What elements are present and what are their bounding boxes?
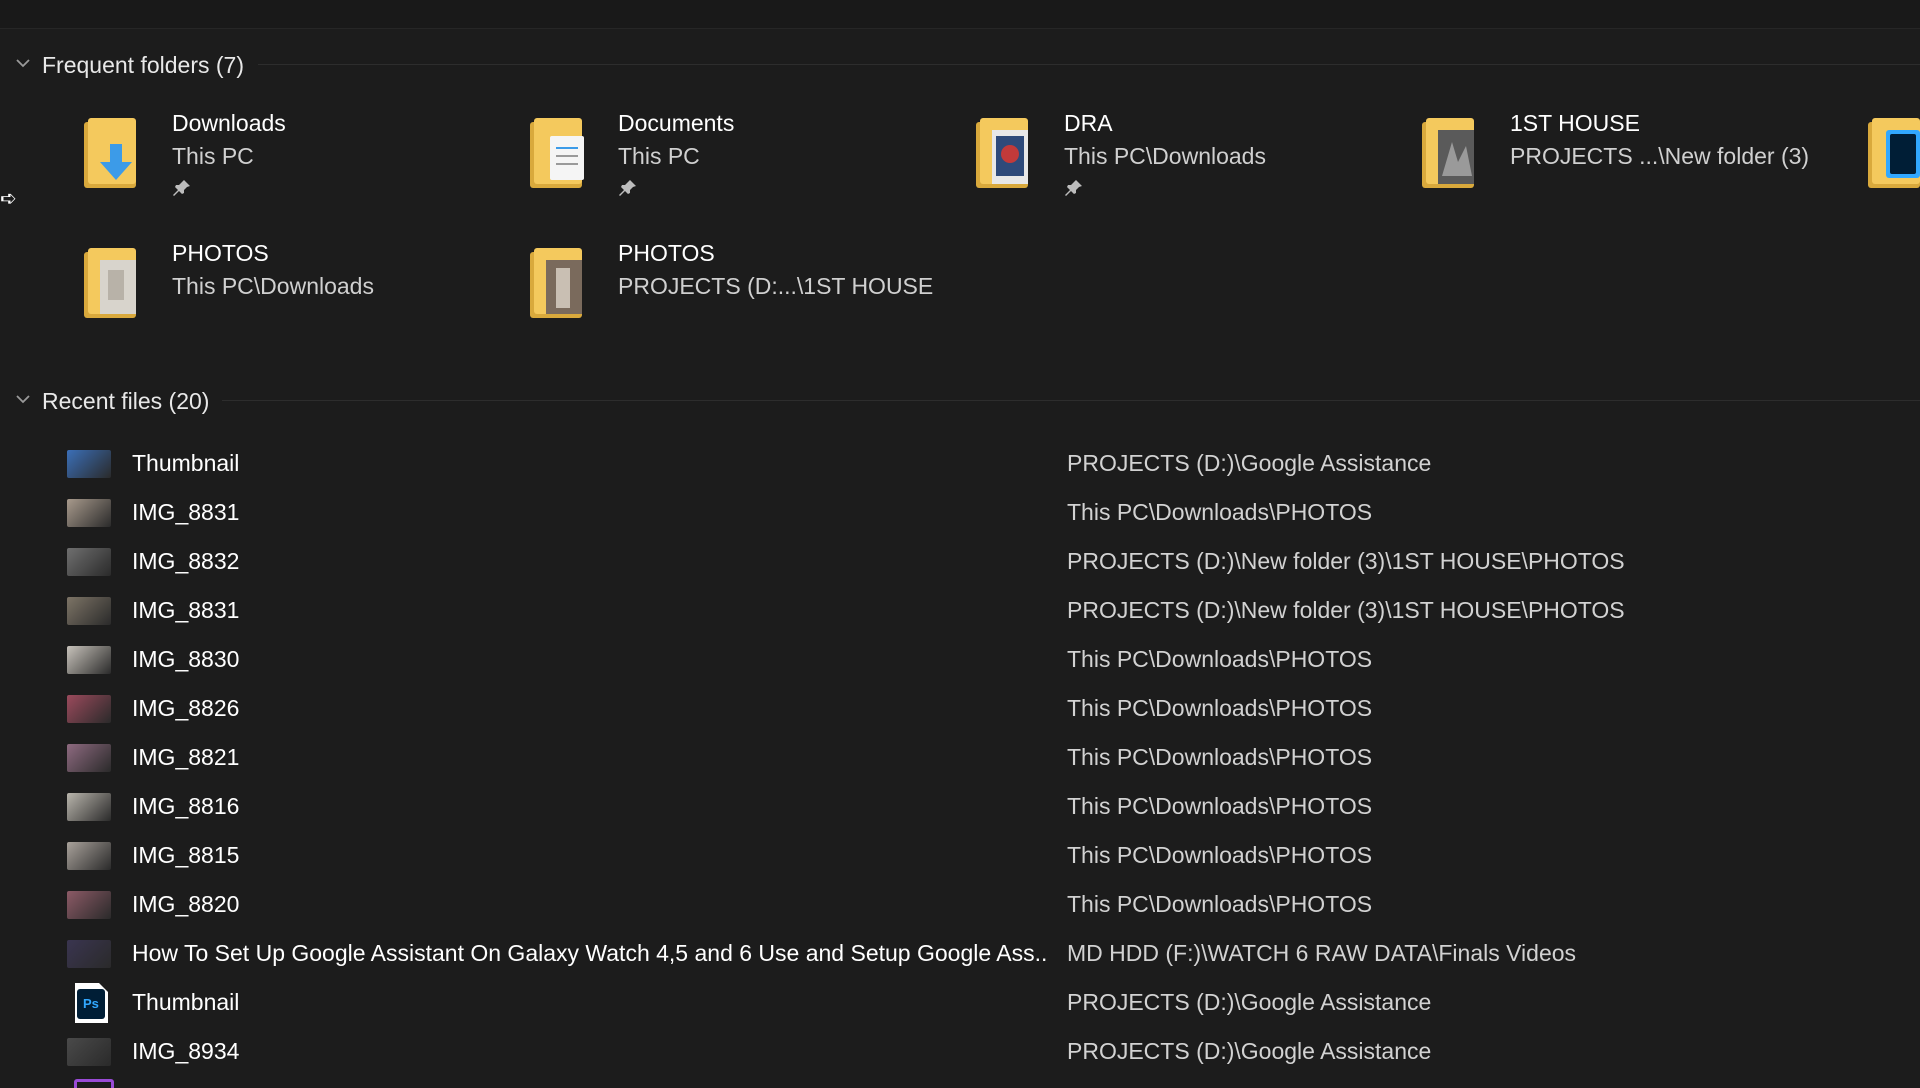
folder-path: PROJECTS ...\New folder (3) xyxy=(1510,143,1810,169)
file-row[interactable]: IMG_8821 This PC\Downloads\PHOTOS xyxy=(0,734,1920,783)
folder-icon xyxy=(1422,118,1474,188)
folder-name: 1ST HOUSE xyxy=(1510,110,1640,136)
file-name: IMG_8820 xyxy=(132,891,240,917)
file-thumbnail xyxy=(67,793,111,821)
file-row[interactable]: IMG_8832 PROJECTS (D:)\New folder (3)\1S… xyxy=(0,538,1920,587)
svg-text:Ps: Ps xyxy=(83,996,99,1011)
file-row[interactable]: IMG_8826 This PC\Downloads\PHOTOS xyxy=(0,685,1920,734)
file-row[interactable]: IMG_8820 This PC\Downloads\PHOTOS xyxy=(0,881,1920,930)
file-name: IMG_8934 xyxy=(132,1038,240,1064)
recent-files-title: Recent files (20) xyxy=(42,388,210,414)
file-location: PROJECTS (D:)\Google Assistance xyxy=(1067,989,1432,1015)
folder-path: PROJECTS (D:...\1ST HOUSE xyxy=(618,273,934,299)
folder-tile-downloads[interactable]: Downloads This PC xyxy=(0,100,440,210)
file-thumbnail xyxy=(67,548,111,576)
file-thumbnail xyxy=(67,940,111,968)
frequent-folders-header[interactable]: Frequent folders (7) xyxy=(0,44,1920,84)
file-row[interactable]: IMG_8934 PROJECTS (D:)\Google Assistance xyxy=(0,1028,1920,1077)
file-name: IMG_8830 xyxy=(132,646,240,672)
file-name: IMG_8815 xyxy=(132,842,240,868)
file-row[interactable]: IMG_8831 PROJECTS (D:)\New folder (3)\1S… xyxy=(0,587,1920,636)
file-row[interactable]: IMG_8831 This PC\Downloads\PHOTOS xyxy=(0,489,1920,538)
folder-name: PHOTOS xyxy=(618,240,715,266)
folder-name: DRA xyxy=(1064,110,1113,136)
frequent-folders-title: Frequent folders (7) xyxy=(42,52,244,78)
top-toolbar-strip xyxy=(0,0,1920,29)
folder-icon xyxy=(1868,118,1920,188)
folder-tile-photos-1st-house[interactable]: PHOTOS PROJECTS (D:...\1ST HOUSE xyxy=(446,230,933,340)
file-row-partial[interactable] xyxy=(0,1077,1920,1088)
file-location: PROJECTS (D:)\New folder (3)\1ST HOUSE\P… xyxy=(1067,597,1625,623)
frequent-folders-grid: Downloads This PC Documents This PC DRA … xyxy=(0,100,1920,340)
folder-tile-1st-house[interactable]: 1ST HOUSE PROJECTS ...\New folder (3) xyxy=(1338,100,1809,210)
pin-icon xyxy=(619,180,636,196)
file-location: This PC\Downloads\PHOTOS xyxy=(1067,499,1373,525)
file-name: IMG_8826 xyxy=(132,695,240,721)
file-name: IMG_8832 xyxy=(132,548,240,574)
folder-tile-documents[interactable]: Documents This PC xyxy=(446,100,886,210)
file-location: This PC\Downloads\PHOTOS xyxy=(1067,793,1373,819)
documents-folder-icon xyxy=(530,118,584,188)
file-row[interactable]: IMG_8816 This PC\Downloads\PHOTOS xyxy=(0,783,1920,832)
folder-icon xyxy=(976,118,1028,188)
file-thumbnail xyxy=(67,597,111,625)
file-thumbnail xyxy=(67,695,111,723)
file-thumbnail xyxy=(67,1038,111,1066)
folder-icon xyxy=(84,248,136,318)
chevron-down-icon[interactable] xyxy=(14,390,32,408)
file-row[interactable]: IMG_8815 This PC\Downloads\PHOTOS xyxy=(0,832,1920,881)
file-row[interactable]: How To Set Up Google Assistant On Galaxy… xyxy=(0,930,1920,979)
file-location: PROJECTS (D:)\Google Assistance xyxy=(1067,1038,1432,1064)
file-location: This PC\Downloads\PHOTOS xyxy=(1067,646,1373,672)
file-name: Thumbnail xyxy=(132,989,240,1015)
photoshop-file-icon: Ps xyxy=(75,983,108,1023)
file-thumbnail xyxy=(67,744,111,772)
file-location: PROJECTS (D:)\Google Assistance xyxy=(1067,450,1432,476)
folder-icon xyxy=(530,248,582,318)
folder-path: This PC xyxy=(618,143,700,169)
file-thumbnail xyxy=(67,499,111,527)
file-thumbnail xyxy=(67,891,111,919)
file-location: This PC\Downloads\PHOTOS xyxy=(1067,891,1373,917)
folder-tile-photos[interactable]: PHOTOS This PC\Downloads xyxy=(0,230,440,340)
file-location: This PC\Downloads\PHOTOS xyxy=(1067,744,1373,770)
file-name: Thumbnail xyxy=(132,450,240,476)
file-thumbnail xyxy=(67,450,111,478)
file-row[interactable]: Ps Thumbnail PROJECTS (D:)\Google Assist… xyxy=(0,979,1920,1028)
pin-icon xyxy=(1065,180,1082,196)
file-name: IMG_8831 xyxy=(132,597,240,623)
folder-tile-dra[interactable]: DRA This PC\Downloads xyxy=(892,100,1332,210)
chevron-down-icon[interactable] xyxy=(14,54,32,72)
folder-name: Downloads xyxy=(172,110,286,136)
folder-name: Documents xyxy=(618,110,735,136)
file-row[interactable]: IMG_8830 This PC\Downloads\PHOTOS xyxy=(0,636,1920,685)
recent-files-header[interactable]: Recent files (20) xyxy=(0,380,1920,420)
folder-path: This PC xyxy=(172,143,254,169)
file-location: This PC\Downloads\PHOTOS xyxy=(1067,842,1373,868)
file-row[interactable]: Thumbnail PROJECTS (D:)\Google Assistanc… xyxy=(0,440,1920,489)
file-name: IMG_8821 xyxy=(132,744,240,770)
section-divider xyxy=(222,400,1920,401)
file-name: How To Set Up Google Assistant On Galaxy… xyxy=(132,940,1047,966)
file-name: IMG_8831 xyxy=(132,499,240,525)
section-divider xyxy=(258,64,1920,65)
downloads-folder-icon xyxy=(84,118,136,188)
file-location: This PC\Downloads\PHOTOS xyxy=(1067,695,1373,721)
file-location: MD HDD (F:)\WATCH 6 RAW DATA\Finals Vide… xyxy=(1067,940,1577,966)
file-name: IMG_8816 xyxy=(132,793,240,819)
folder-path: This PC\Downloads xyxy=(1064,143,1266,169)
file-thumbnail xyxy=(67,646,111,674)
folder-path: This PC\Downloads xyxy=(172,273,374,299)
file-icon xyxy=(74,1079,114,1088)
file-location: PROJECTS (D:)\New folder (3)\1ST HOUSE\P… xyxy=(1067,548,1625,574)
pin-icon xyxy=(173,180,190,196)
folder-tile-partial[interactable] xyxy=(1784,100,1920,210)
file-thumbnail xyxy=(67,842,111,870)
folder-name: PHOTOS xyxy=(172,240,269,266)
